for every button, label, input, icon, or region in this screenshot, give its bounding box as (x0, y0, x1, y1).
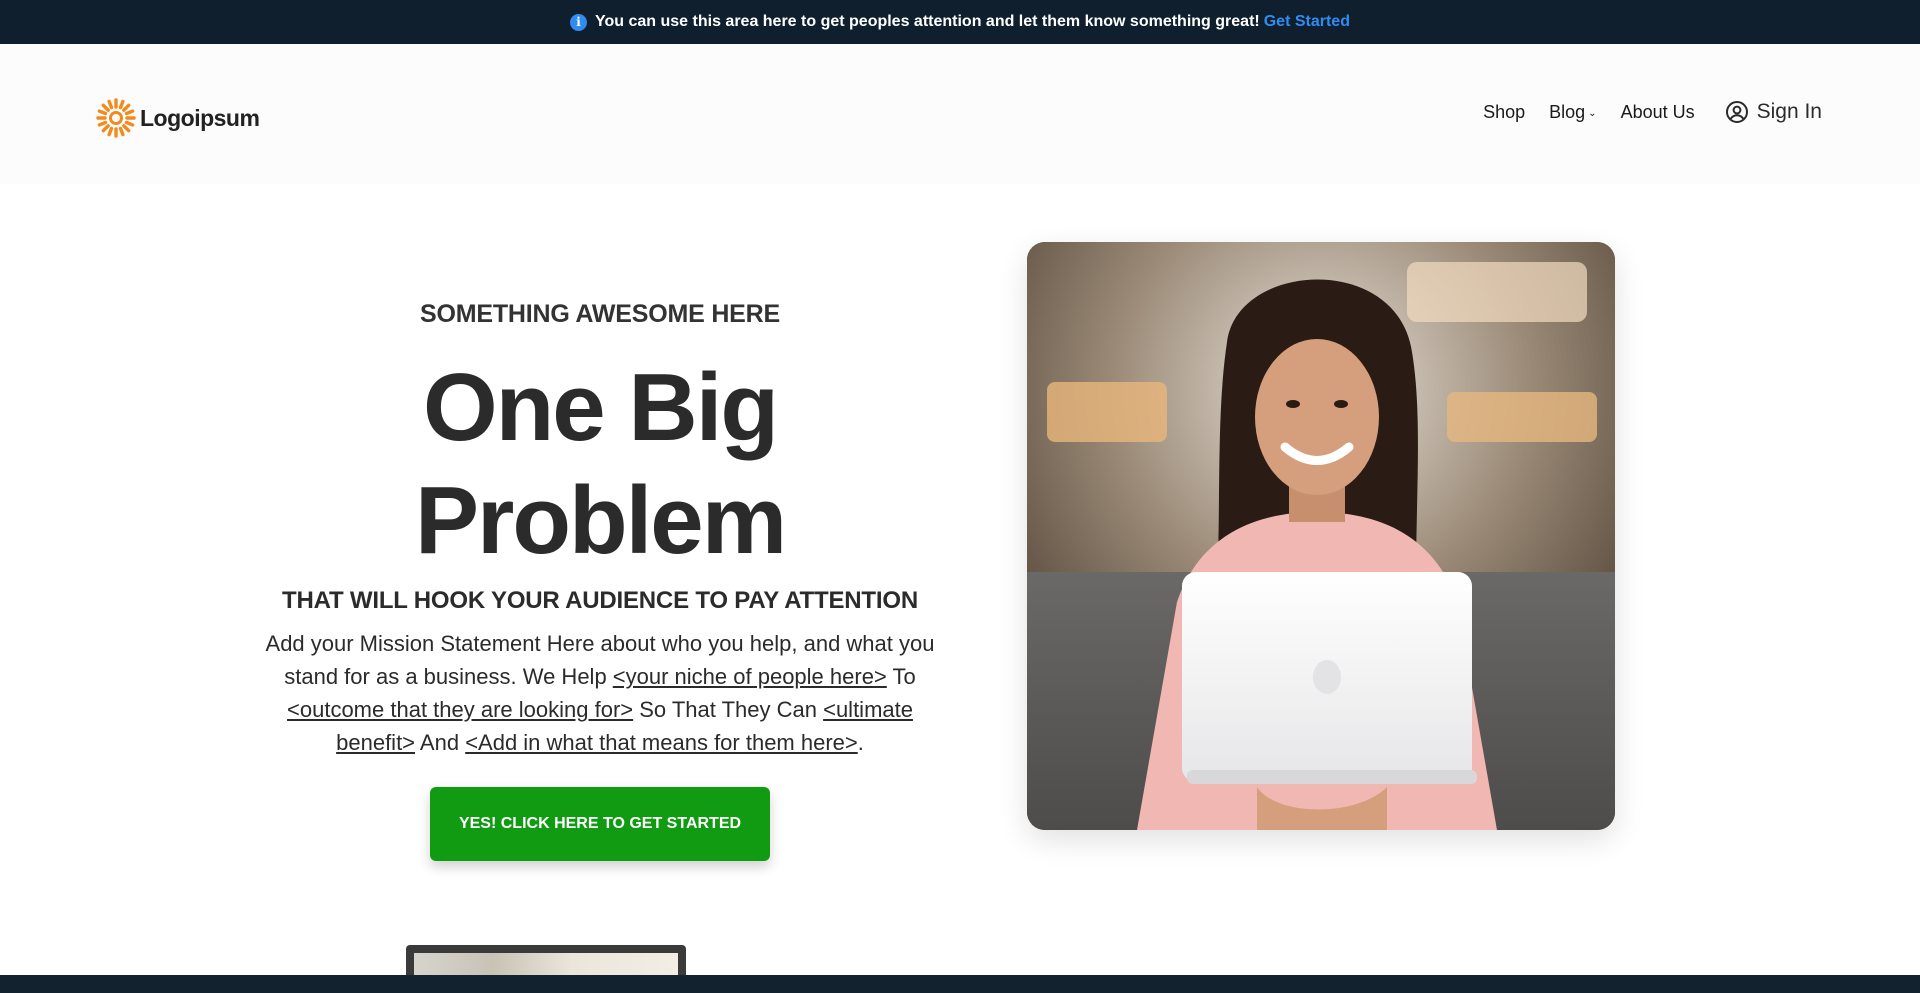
user-circle-icon (1725, 101, 1748, 123)
announcement-text: You can use this area here to get people… (595, 13, 1260, 30)
nav-item-about-us[interactable]: About Us (1621, 102, 1695, 123)
nav-item-label: About Us (1620, 101, 1695, 122)
mission-statement: Add your Mission Statement Here about wh… (260, 627, 940, 759)
niche-link[interactable]: <your niche of people here> (613, 664, 887, 689)
logo-text: Logoipsum (140, 104, 260, 131)
get-started-link[interactable]: Get Started (1264, 13, 1350, 31)
logo[interactable]: Logoipsum (96, 98, 260, 138)
info-icon: i (570, 13, 588, 31)
main-nav: Shop Blog ⌄ About Us Sign In (1459, 100, 1822, 124)
sun-logo-icon (96, 98, 136, 138)
hero-photo (1027, 242, 1615, 830)
outcome-link[interactable]: <outcome that they are looking for> (287, 697, 633, 722)
chevron-down-icon: ⌄ (1588, 107, 1597, 119)
site-header: Logoipsum Shop Blog ⌄ About Us Sign In (0, 44, 1920, 184)
announcement-bar: i You can use this area here to get peop… (0, 0, 1920, 44)
mission-text: And (415, 730, 466, 755)
nav-item-blog[interactable]: Blog ⌄ (1549, 102, 1596, 123)
headline-line-2: Problem (414, 467, 787, 574)
woman-with-laptop-image (1027, 242, 1615, 830)
hero-kicker: SOMETHING AWESOME HERE (420, 300, 780, 328)
dark-section-strip (0, 975, 1920, 993)
mission-text: To (886, 664, 916, 689)
hero-subhead: THAT WILL HOOK YOUR AUDIENCE TO PAY ATTE… (282, 587, 918, 614)
sign-in-label: Sign In (1756, 100, 1822, 123)
get-started-button[interactable]: YES! CLICK HERE TO GET STARTED (430, 787, 770, 861)
mission-text: . (857, 730, 864, 755)
nav-item-shop[interactable]: Shop (1483, 102, 1525, 123)
headline-line-1: One Big (422, 354, 779, 461)
hero-headline: One Big Problem (260, 351, 940, 577)
hero-content: SOMETHING AWESOME HERE One Big Problem T… (260, 300, 940, 861)
sign-in-button[interactable]: Sign In (1725, 100, 1822, 124)
meaning-link[interactable]: <Add in what that means for them here> (465, 730, 858, 755)
nav-item-label: Shop (1483, 101, 1526, 122)
mission-text: So That They Can (633, 697, 824, 722)
nav-item-label: Blog (1549, 101, 1586, 122)
